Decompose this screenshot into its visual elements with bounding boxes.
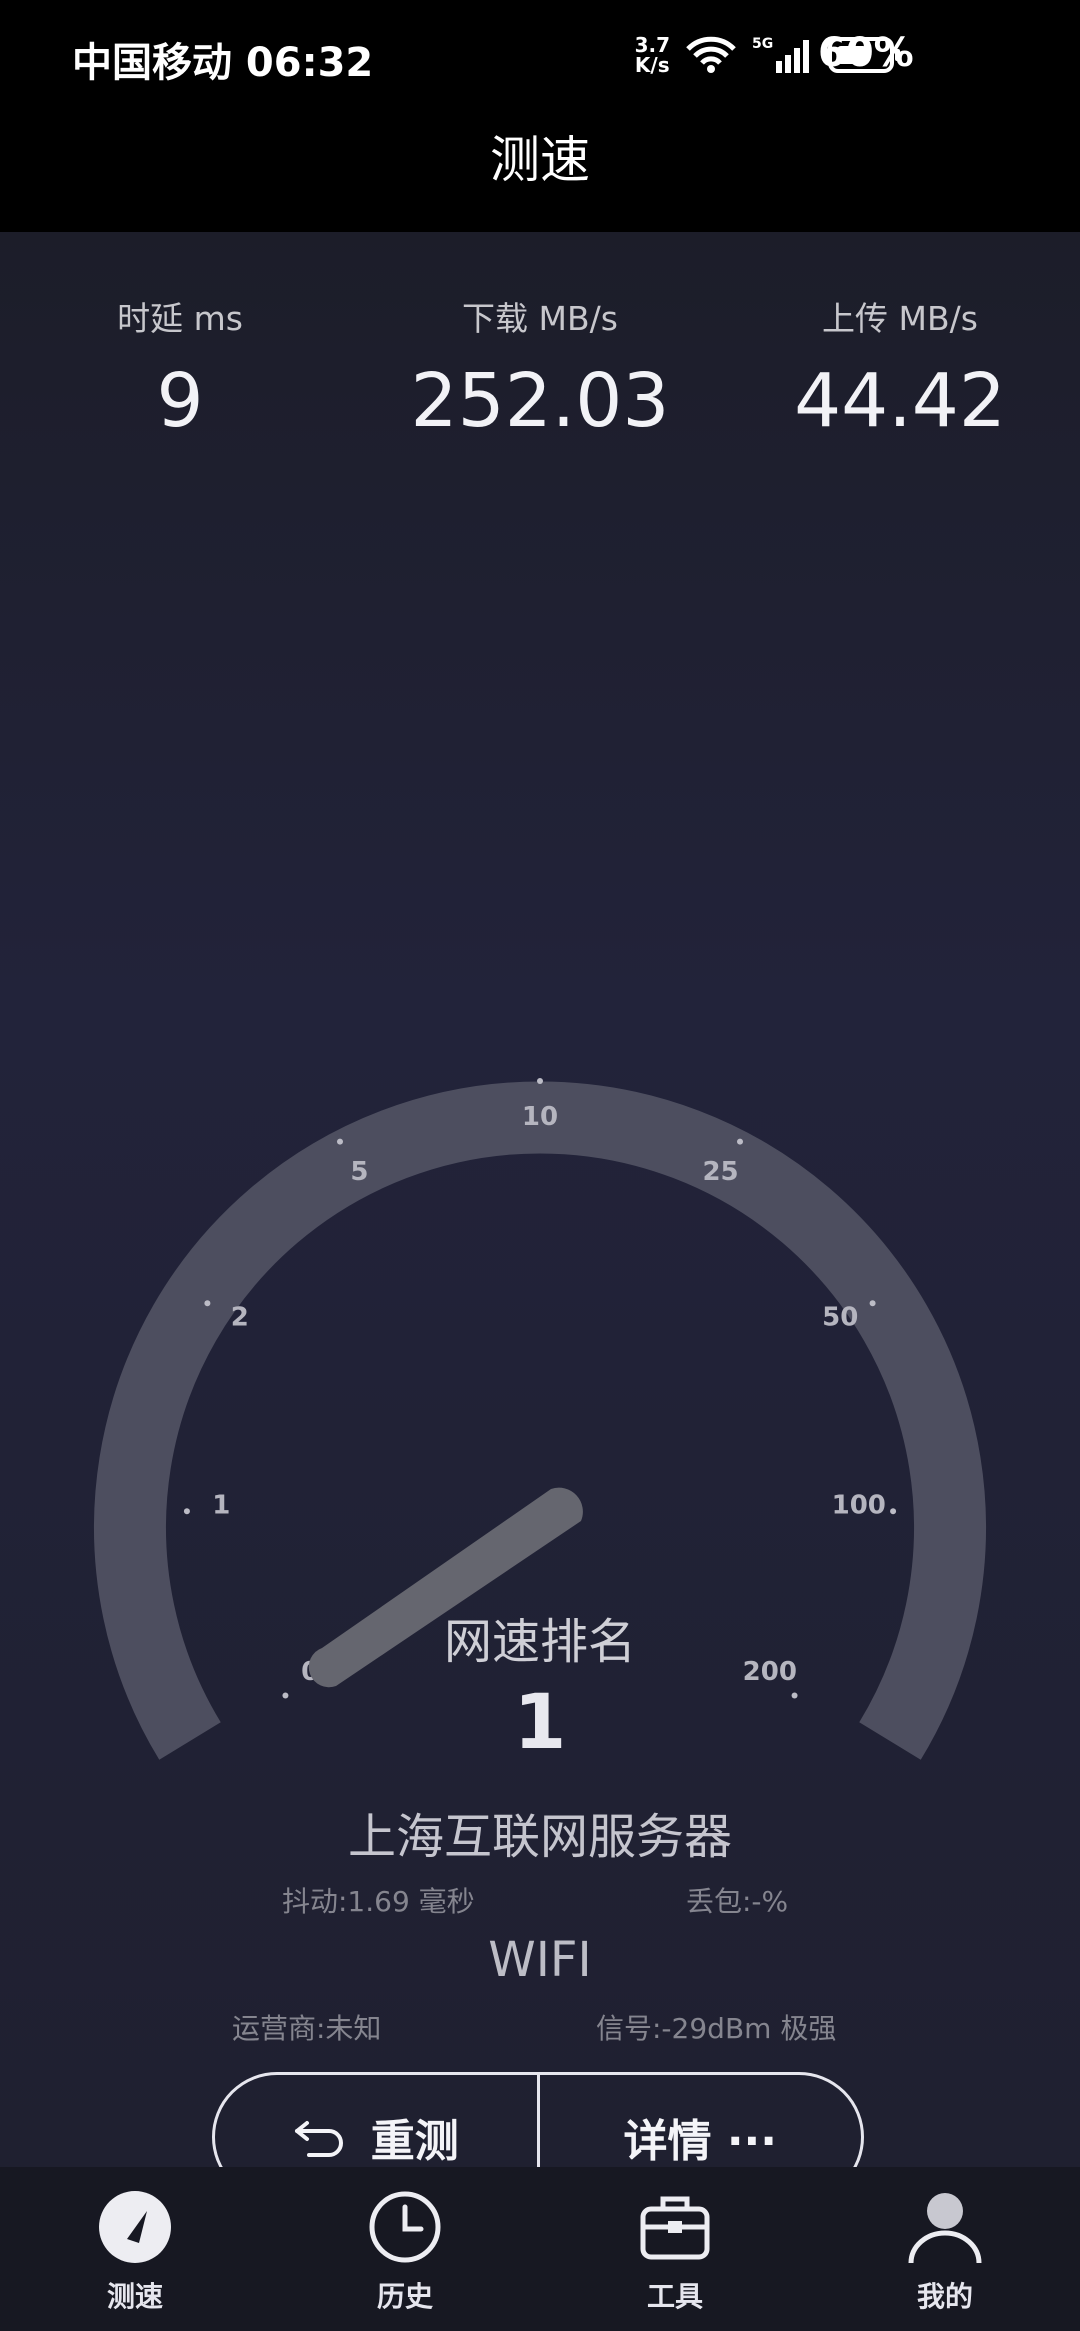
connection-type: WIFI (488, 1932, 592, 1988)
rank-label: 网速排名 (443, 1614, 636, 1670)
wifi-icon (686, 36, 736, 73)
upload-label: 上传 MB/s (822, 299, 978, 338)
latency-value: 9 (156, 358, 204, 444)
tab-tools-label: 工具 (646, 2280, 703, 2313)
speedometer-icon (99, 2191, 171, 2263)
gauge-tick-label: 10 (522, 1102, 558, 1132)
signal-text: 信号:-29dBm 极强 (596, 2012, 837, 2045)
status-carrier-time: 中国移动 06:32 (72, 40, 374, 86)
tab-profile-label: 我的 (916, 2280, 973, 2313)
gauge-tick-dot (183, 1508, 190, 1515)
user-icon (908, 2193, 982, 2264)
metrics-row: 时延 ms 9 下载 MB/s 252.03 上传 MB/s 44.42 (0, 292, 1080, 492)
gauge-tick-label: 100 (832, 1490, 886, 1520)
download-metric: 下载 MB/s 252.03 (360, 292, 720, 444)
retest-label: 重测 (370, 2116, 459, 2167)
packet-loss-text: 丢包:-% (686, 1885, 789, 1918)
page-title: 测速 (490, 131, 590, 189)
tab-history[interactable]: 历史 (270, 2167, 540, 2331)
jitter-text: 抖动:1.69 毫秒 (282, 1885, 475, 1918)
tab-speedtest-label: 测速 (106, 2280, 163, 2313)
gauge-tick-label: 50 (822, 1303, 858, 1333)
gauge-tick-label: 25 (702, 1157, 738, 1187)
latency-metric: 时延 ms 9 (0, 292, 360, 444)
latency-label: 时延 ms (117, 299, 243, 338)
clock-icon (369, 2191, 441, 2263)
gauge-tick-dot (204, 1300, 211, 1307)
speed-test-panel: 时延 ms 9 下载 MB/s 252.03 上传 MB/s 44.42 012… (0, 232, 1080, 2202)
cellular-5g-signal-icon: 5G (752, 36, 809, 73)
gauge-tick-dot (890, 1508, 897, 1515)
tab-speedtest[interactable]: 测速 (0, 2167, 270, 2331)
gauge-tick-dot (869, 1300, 876, 1307)
tab-profile[interactable]: 我的 (810, 2167, 1080, 2331)
gauge-tick-label: 1 (212, 1490, 230, 1520)
toolbox-icon (640, 2196, 710, 2260)
carrier-text: 运营商:未知 (232, 2012, 382, 2045)
upload-metric: 上传 MB/s 44.42 (720, 292, 1080, 444)
title-bar: 测速 (0, 112, 1080, 232)
rank-value: 1 (513, 1677, 567, 1766)
tab-history-label: 历史 (376, 2280, 433, 2313)
network-speed-indicator: 3.7 K/s (634, 33, 670, 77)
gauge-tick-dot (336, 1138, 343, 1145)
battery-percentage: 60% (818, 30, 914, 76)
server-name: 上海互联网服务器 (347, 1809, 732, 1865)
gauge-tick-dot (737, 1138, 744, 1145)
upload-value: 44.42 (794, 358, 1006, 444)
undo-arrow-icon (294, 2121, 343, 2157)
download-label: 下载 MB/s (462, 299, 618, 338)
gauge-tick-label: 2 (231, 1303, 249, 1333)
status-bar: 中国移动 06:32 3.7 K/s 5G 60% (0, 0, 1080, 112)
gauge-tick-dot (537, 1078, 543, 1084)
svg-text:5G: 5G (752, 36, 773, 52)
download-value: 252.03 (410, 358, 670, 444)
bottom-tab-bar: 测速 历史 工具 我的 (0, 2167, 1080, 2331)
details-label: 详情 ··· (623, 2116, 777, 2167)
tab-tools[interactable]: 工具 (540, 2167, 810, 2331)
gauge-tick-label: 5 (350, 1157, 368, 1187)
